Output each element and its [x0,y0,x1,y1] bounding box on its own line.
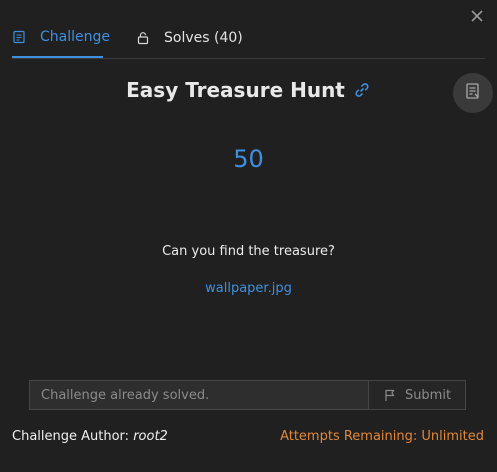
lock-icon [136,31,150,45]
tab-bar: Challenge Solves (40) [12,18,485,59]
challenge-description: Can you find the treasure? [162,244,335,259]
tab-challenge-label: Challenge [40,29,110,45]
link-icon[interactable] [353,80,371,98]
challenge-name: Easy Treasure Hunt [126,78,345,102]
document-icon [12,30,26,44]
submit-button[interactable]: Submit [369,380,466,410]
submit-label: Submit [404,387,452,403]
challenge-points: 50 [233,145,264,173]
author-label: Challenge Author: [12,429,130,444]
tab-solves-label: Solves (40) [164,29,243,46]
attempts-remaining: Attempts Remaining: Unlimited [280,429,484,444]
author-line: Challenge Author: root2 [12,429,168,444]
flag-input[interactable] [29,380,369,410]
challenge-title: Easy Treasure Hunt [0,78,497,102]
author-name: root2 [133,429,168,444]
tab-solves[interactable]: Solves (40) [136,18,243,57]
attachment-link[interactable]: wallpaper.jpg [0,281,497,296]
flag-icon [383,388,397,402]
tab-challenge[interactable]: Challenge [12,18,110,58]
challenge-modal: Challenge Solves (40) Easy Treasure Hunt… [0,0,497,472]
